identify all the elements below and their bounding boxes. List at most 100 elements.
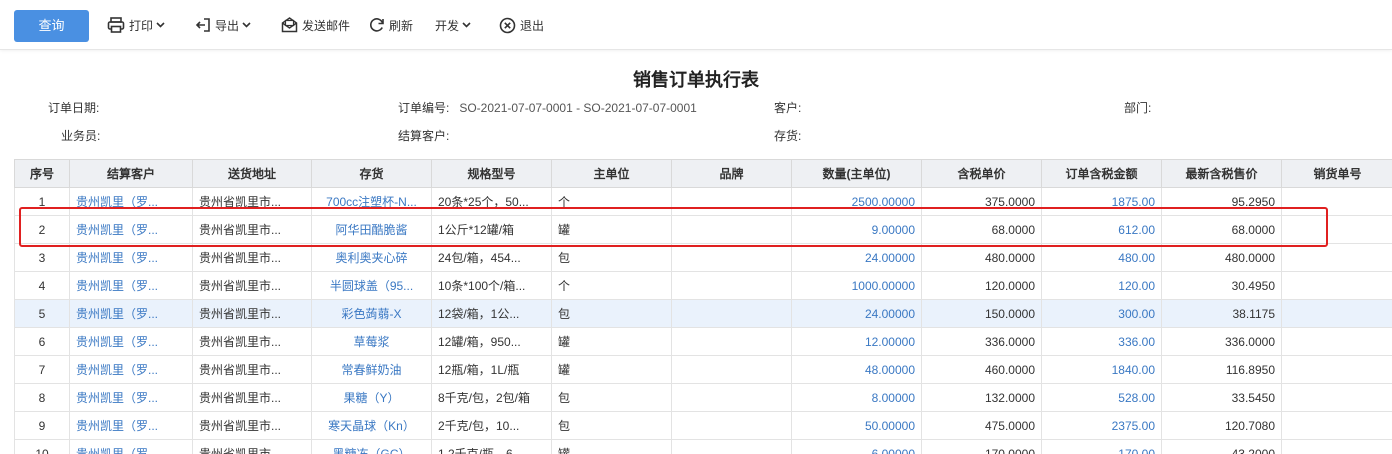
cell-customer[interactable]: 贵州凯里（罗...	[69, 355, 193, 384]
cell-item[interactable]: 寒天晶球（Kn）	[311, 411, 432, 440]
cell-amount[interactable]: 1875.00	[1041, 187, 1162, 216]
chevron-down-icon	[462, 22, 471, 28]
report-grid: 序号 结算客户 送货地址 存货 规格型号 主单位 品牌 数量(主单位) 含税单价…	[14, 159, 1392, 454]
cell-latest-price: 336.0000	[1161, 327, 1282, 356]
cell-brand	[671, 411, 792, 440]
mail-icon	[281, 17, 298, 33]
cell-customer[interactable]: 贵州凯里（罗...	[69, 439, 193, 454]
cell-doc-no	[1281, 299, 1392, 328]
cell-qty[interactable]: 50.00000	[791, 411, 922, 440]
col-header-amount[interactable]: 订单含税金额	[1041, 159, 1162, 188]
export-menu[interactable]: 导出	[195, 14, 251, 36]
col-header-brand[interactable]: 品牌	[671, 159, 792, 188]
print-menu[interactable]: 打印	[107, 14, 165, 36]
develop-menu[interactable]: 开发	[435, 14, 471, 36]
cell-amount[interactable]: 120.00	[1041, 271, 1162, 300]
cell-latest-price: 120.7080	[1161, 411, 1282, 440]
table-row[interactable]: 1 贵州凯里（罗... 贵州省凯里市... 700cc注塑杯-N... 20条*25个，…	[14, 187, 1392, 216]
cell-amount[interactable]: 1840.00	[1041, 355, 1162, 384]
table-row[interactable]: 10 贵州凯里（罗... 贵州省凯里市... 黑糖冻（GC） 1.2千克/瓶，6... 罐…	[14, 439, 1392, 454]
col-header-doc-no[interactable]: 销货单号	[1281, 159, 1392, 188]
col-header-price[interactable]: 含税单价	[921, 159, 1042, 188]
cell-amount[interactable]: 300.00	[1041, 299, 1162, 328]
cell-price: 132.0000	[921, 383, 1042, 412]
cell-address: 贵州省凯里市...	[192, 327, 312, 356]
cell-customer[interactable]: 贵州凯里（罗...	[69, 411, 193, 440]
cell-qty[interactable]: 24.00000	[791, 299, 922, 328]
table-row[interactable]: 4 贵州凯里（罗... 贵州省凯里市... 半圆球盖（95... 10条*100个/箱.…	[14, 271, 1392, 300]
cell-amount[interactable]: 170.00	[1041, 439, 1162, 454]
cell-qty[interactable]: 1000.00000	[791, 271, 922, 300]
cell-latest-price: 38.1175	[1161, 299, 1282, 328]
col-header-unit[interactable]: 主单位	[551, 159, 672, 188]
cell-qty[interactable]: 12.00000	[791, 327, 922, 356]
toolbar: 查询 打印 导出 发送邮件 刷新 开发 退出	[0, 0, 1392, 50]
cell-seq: 8	[14, 383, 70, 412]
cell-unit: 包	[551, 411, 672, 440]
cell-doc-no	[1281, 439, 1392, 454]
cell-doc-no	[1281, 411, 1392, 440]
cell-price: 460.0000	[921, 355, 1042, 384]
col-header-latest-price[interactable]: 最新含税售价	[1161, 159, 1282, 188]
cell-customer[interactable]: 贵州凯里（罗...	[69, 327, 193, 356]
table-row[interactable]: 3 贵州凯里（罗... 贵州省凯里市... 奥利奥夹心碎 24包/箱，454... 包 24…	[14, 243, 1392, 272]
cell-customer[interactable]: 贵州凯里（罗...	[69, 271, 193, 300]
cell-doc-no	[1281, 383, 1392, 412]
cell-item[interactable]: 阿华田酷脆酱	[311, 215, 432, 244]
col-header-customer[interactable]: 结算客户	[69, 159, 193, 188]
cell-customer[interactable]: 贵州凯里（罗...	[69, 187, 193, 216]
cell-customer[interactable]: 贵州凯里（罗...	[69, 215, 193, 244]
table-row[interactable]: 2 贵州凯里（罗... 贵州省凯里市... 阿华田酷脆酱 1公斤*12罐/箱罐 9.000…	[14, 215, 1392, 244]
cell-item[interactable]: 果糖（Y）	[311, 383, 432, 412]
cell-amount[interactable]: 480.00	[1041, 243, 1162, 272]
exit-button[interactable]: 退出	[499, 14, 544, 36]
customer-label: 客户:	[774, 101, 802, 115]
table-row[interactable]: 6 贵州凯里（罗... 贵州省凯里市... 草莓浆 12罐/箱，950... 罐 12.00…	[14, 327, 1392, 356]
cell-item[interactable]: 常春鲜奶油	[311, 355, 432, 384]
refresh-button[interactable]: 刷新	[369, 14, 413, 36]
cell-seq: 3	[14, 243, 70, 272]
query-button[interactable]: 查询	[14, 10, 89, 42]
cell-item[interactable]: 700cc注塑杯-N...	[311, 187, 432, 216]
cell-customer[interactable]: 贵州凯里（罗...	[69, 243, 193, 272]
table-row[interactable]: 5 贵州凯里（罗... 贵州省凯里市... 彩色蒟蒻-X 12袋/箱，1公... 包 24.…	[14, 299, 1392, 328]
filter-salesman: 业务员:	[61, 127, 100, 144]
cell-amount[interactable]: 2375.00	[1041, 411, 1162, 440]
cell-qty[interactable]: 8.00000	[791, 383, 922, 412]
cell-amount[interactable]: 612.00	[1041, 215, 1162, 244]
cell-customer[interactable]: 贵州凯里（罗...	[69, 299, 193, 328]
cell-qty[interactable]: 9.00000	[791, 215, 922, 244]
table-row[interactable]: 7 贵州凯里（罗... 贵州省凯里市... 常春鲜奶油 12瓶/箱，1L/瓶罐 48.00…	[14, 355, 1392, 384]
send-mail-button[interactable]: 发送邮件	[281, 14, 350, 36]
col-header-seq[interactable]: 序号	[14, 159, 70, 188]
cell-amount[interactable]: 528.00	[1041, 383, 1162, 412]
col-header-item[interactable]: 存货	[311, 159, 432, 188]
cell-doc-no	[1281, 215, 1392, 244]
col-header-address[interactable]: 送货地址	[192, 159, 312, 188]
cell-seq: 10	[14, 439, 70, 454]
cell-latest-price: 33.5450	[1161, 383, 1282, 412]
cell-item[interactable]: 彩色蒟蒻-X	[311, 299, 432, 328]
cell-item[interactable]: 黑糖冻（GC）	[311, 439, 432, 454]
cell-amount[interactable]: 336.00	[1041, 327, 1162, 356]
cell-qty[interactable]: 24.00000	[791, 243, 922, 272]
cell-qty[interactable]: 48.00000	[791, 355, 922, 384]
cell-item[interactable]: 草莓浆	[311, 327, 432, 356]
cell-price: 336.0000	[921, 327, 1042, 356]
export-label: 导出	[215, 18, 240, 33]
order-no-label: 订单编号:	[398, 101, 450, 115]
cell-customer[interactable]: 贵州凯里（罗...	[69, 383, 193, 412]
dept-label: 部门:	[1124, 101, 1152, 115]
cell-item[interactable]: 半圆球盖（95...	[311, 271, 432, 300]
cell-unit: 罐	[551, 215, 672, 244]
col-header-qty[interactable]: 数量(主单位)	[791, 159, 922, 188]
table-row[interactable]: 9 贵州凯里（罗... 贵州省凯里市... 寒天晶球（Kn） 2千克/包，10... 包 5…	[14, 411, 1392, 440]
refresh-label: 刷新	[389, 18, 414, 33]
cell-qty[interactable]: 6.00000	[791, 439, 922, 454]
cell-brand	[671, 439, 792, 454]
cell-unit: 包	[551, 383, 672, 412]
cell-qty[interactable]: 2500.00000	[791, 187, 922, 216]
col-header-spec[interactable]: 规格型号	[431, 159, 552, 188]
cell-item[interactable]: 奥利奥夹心碎	[311, 243, 432, 272]
table-row[interactable]: 8 贵州凯里（罗... 贵州省凯里市... 果糖（Y） 8千克/包，2包/箱包 8.000…	[14, 383, 1392, 412]
